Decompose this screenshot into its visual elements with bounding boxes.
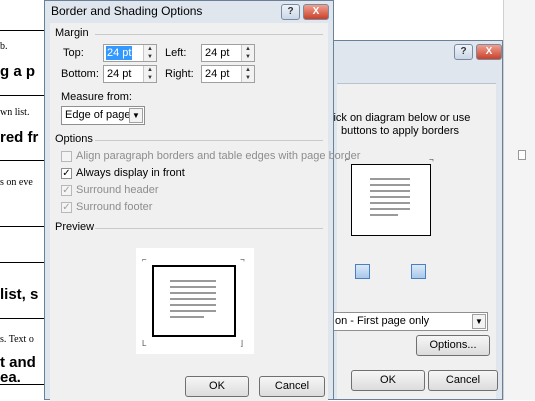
document-text-line: b. bbox=[0, 41, 8, 52]
surround-header-label: Surround header bbox=[76, 184, 159, 196]
spinner-arrows-icon[interactable]: ▲ ▼ bbox=[241, 45, 254, 61]
group-divider bbox=[95, 228, 323, 229]
options-group-label: Options bbox=[55, 133, 93, 145]
preview-group-label: Preview bbox=[55, 221, 95, 233]
preview-pane: ⌐ ¬ L ⌋ bbox=[136, 248, 254, 354]
document-text-line: s. Text o bbox=[0, 334, 34, 345]
left-label: Left: bbox=[165, 47, 187, 59]
border-shading-options-dialog: Border and Shading Options ? X Margin To… bbox=[44, 0, 360, 401]
cancel-button[interactable]: Cancel bbox=[259, 376, 325, 397]
surround-header-checkbox[interactable]: ✓ bbox=[61, 185, 72, 196]
spinner-arrows-icon[interactable]: ▲ ▼ bbox=[143, 66, 156, 82]
scroll-thumb-icon[interactable] bbox=[518, 150, 526, 160]
close-icon[interactable]: X bbox=[476, 44, 502, 60]
corner-mark: ⌋ bbox=[240, 339, 244, 348]
measure-from-select[interactable]: Edge of page ▼ bbox=[61, 106, 145, 125]
document-text-line: wn list. bbox=[0, 107, 30, 118]
ok-button[interactable]: OK bbox=[351, 370, 425, 391]
right-margin-spinner[interactable]: 24 pt ▲ ▼ bbox=[201, 65, 255, 83]
borders-and-shading-dialog: ? X lick on diagram below or use buttons… bbox=[330, 40, 503, 400]
help-icon[interactable]: ? bbox=[454, 44, 473, 60]
chevron-down-icon[interactable]: ▼ bbox=[472, 314, 486, 329]
preview-page bbox=[152, 265, 236, 337]
corner-mark: ¬ bbox=[240, 255, 245, 264]
surround-footer-checkbox[interactable]: ✓ bbox=[61, 202, 72, 213]
corner-mark: ¬ bbox=[429, 155, 434, 164]
corner-mark: ⌐ bbox=[142, 255, 147, 264]
right-border-icon[interactable] bbox=[411, 264, 426, 279]
border-diagram[interactable] bbox=[351, 164, 431, 236]
bottom-margin-spinner[interactable]: 24 pt ▲ ▼ bbox=[103, 65, 157, 83]
group-divider bbox=[95, 140, 323, 141]
always-display-label: Always display in front bbox=[76, 167, 185, 179]
dialog-body: Margin Top: 24 pt ▲ ▼ Left: 24 pt ▲ ▼ Bott… bbox=[50, 23, 360, 401]
corner-mark: L bbox=[142, 339, 147, 348]
help-icon[interactable]: ? bbox=[281, 4, 300, 20]
right-label: Right: bbox=[165, 68, 194, 80]
margin-group-label: Margin bbox=[55, 27, 89, 39]
instruction-text: lick on diagram below or use bbox=[331, 112, 471, 124]
document-scrollbar[interactable] bbox=[503, 0, 535, 400]
cancel-button[interactable]: Cancel bbox=[428, 370, 498, 391]
bottom-label: Bottom: bbox=[61, 68, 99, 80]
group-divider bbox=[95, 34, 323, 35]
document-text-line: list, s bbox=[0, 286, 39, 303]
top-label: Top: bbox=[63, 47, 84, 59]
top-margin-spinner[interactable]: 24 pt ▲ ▼ bbox=[103, 44, 157, 62]
instruction-text: buttons to apply borders bbox=[341, 125, 460, 137]
chevron-down-icon[interactable]: ▼ bbox=[129, 108, 143, 123]
document-text-line: red fr bbox=[0, 129, 39, 146]
left-margin-spinner[interactable]: 24 pt ▲ ▼ bbox=[201, 44, 255, 62]
spinner-arrows-icon[interactable]: ▲ ▼ bbox=[241, 66, 254, 82]
options-button[interactable]: Options... bbox=[416, 335, 490, 356]
close-icon[interactable]: X bbox=[303, 4, 329, 20]
ok-button[interactable]: OK bbox=[185, 376, 249, 397]
align-borders-checkbox[interactable] bbox=[61, 151, 72, 162]
left-border-icon[interactable] bbox=[355, 264, 370, 279]
document-text-line: ea. bbox=[0, 369, 21, 386]
document-text-line: g a p bbox=[0, 63, 36, 80]
surround-footer-label: Surround footer bbox=[76, 201, 153, 213]
back-dialog-body: lick on diagram below or use buttons to … bbox=[331, 83, 498, 399]
document-text-line: s on eve bbox=[0, 177, 33, 188]
spinner-arrows-icon[interactable]: ▲ ▼ bbox=[143, 45, 156, 61]
always-display-checkbox[interactable]: ✓ bbox=[61, 168, 72, 179]
measure-from-label: Measure from: bbox=[61, 91, 132, 103]
dialog-title: Border and Shading Options bbox=[51, 4, 203, 18]
align-borders-label: Align paragraph borders and table edges … bbox=[76, 150, 361, 162]
apply-to-select[interactable]: on - First page only ▼ bbox=[331, 312, 488, 331]
